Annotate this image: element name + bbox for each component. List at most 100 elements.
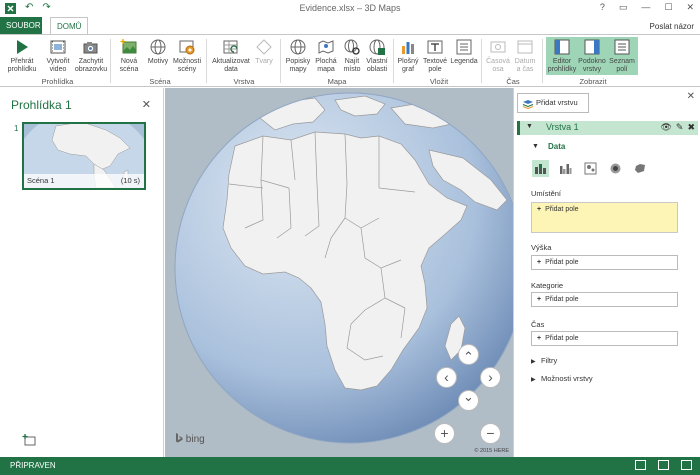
visualization-type-selector — [532, 160, 649, 177]
field-list-icon — [614, 39, 630, 55]
eye-icon[interactable]: 👁 — [660, 122, 671, 133]
map-copyright: © 2015 HERE — [474, 448, 509, 454]
shapes-button[interactable]: Tvary — [253, 38, 275, 66]
layer-pane-icon — [584, 39, 600, 55]
ribbon: Přehrát prohlídku Vytvořit video Zachyti… — [0, 34, 700, 87]
flat-chart-button[interactable]: Plošný graf — [396, 38, 420, 74]
text-box-button[interactable]: Textové pole — [421, 38, 449, 74]
feedback-link[interactable]: Poslat názor — [650, 22, 694, 31]
clustered-column-button[interactable] — [557, 160, 574, 177]
scene-options-button[interactable]: Možnosti scény — [172, 38, 202, 74]
help-button[interactable]: ? — [600, 2, 605, 13]
new-scene-icon — [120, 39, 137, 54]
field-list-button[interactable]: Seznam polí — [607, 38, 637, 74]
text-box-icon — [427, 40, 443, 54]
shapes-icon — [256, 39, 272, 55]
group-label-scene: Scéna — [149, 77, 171, 86]
layer-header[interactable]: ▼ Vrstva 1 👁 ✎ ✖ — [517, 121, 698, 135]
filters-section[interactable]: ▶ Filtry — [531, 356, 557, 365]
group-label-insert: Vložit — [429, 77, 449, 86]
new-scene-button[interactable]: Nová scéna — [114, 38, 144, 74]
layer-pane: ✕ Přidat vrstvu ▼ Vrstva 1 👁 ✎ ✖ ▼ Data … — [513, 88, 700, 457]
play-icon — [17, 40, 28, 54]
restore-ribbon-button[interactable]: ▭ — [619, 2, 628, 13]
custom-regions-button[interactable]: Vlastní oblasti — [364, 38, 390, 74]
film-icon — [50, 40, 66, 54]
scene-duration: (10 s) — [120, 176, 140, 185]
find-location-button[interactable]: Najít místo — [340, 38, 364, 74]
layer-options-section[interactable]: ▶ Možnosti vrstvy — [531, 374, 593, 383]
tab-file[interactable]: SOUBOR — [0, 17, 42, 35]
capture-screen-button[interactable]: Zachytit obrazovku — [74, 38, 108, 74]
play-tour-button[interactable]: Přehrát prohlídku — [4, 38, 40, 74]
location-field-well[interactable]: + Přidat pole — [531, 202, 678, 233]
window-view-icon[interactable] — [681, 460, 692, 470]
category-label: Kategorie — [531, 281, 564, 290]
create-video-button[interactable]: Vytvořit video — [42, 38, 74, 74]
group-label-tour: Prohlídka — [41, 77, 74, 86]
timeline-icon — [490, 41, 506, 53]
layer-pane-button[interactable]: Podokno vrstvy — [577, 38, 607, 74]
ribbon-tabs: SOUBOR DOMŮ Poslat názor — [0, 17, 700, 35]
map-rotate-left-button[interactable]: ‹ — [436, 367, 457, 388]
layer-name[interactable]: Vrstva 1 — [546, 122, 579, 132]
region-button[interactable] — [632, 160, 649, 177]
minimize-button[interactable]: — — [641, 2, 650, 13]
bing-logo: bing — [175, 433, 205, 445]
chevron-right-icon: ▶ — [531, 377, 536, 383]
scene-thumbnail[interactable]: Scéna 1 (10 s) — [22, 122, 146, 190]
window-title: Evidence.xlsx – 3D Maps — [299, 3, 401, 13]
group-separator — [542, 39, 543, 83]
flat-map-button[interactable]: Plochá mapa — [312, 38, 340, 74]
group-label-time: Čas — [506, 77, 520, 86]
chevron-right-icon: ▶ — [531, 359, 536, 365]
tour-editor-button[interactable]: Editor prohlídky — [547, 38, 577, 74]
category-field-well[interactable]: + Přidat pole — [531, 292, 678, 307]
camera-icon — [83, 42, 98, 54]
bubble-button[interactable] — [582, 160, 599, 177]
location-label: Umístění — [531, 189, 562, 198]
map-tilt-down-button[interactable]: ⌄ — [458, 390, 479, 411]
screen-view-icon[interactable] — [635, 460, 646, 470]
tour-editor-pane: Prohlídka 1 ✕ 1 Scéna 1 (10 s) — [0, 88, 164, 457]
themes-button[interactable]: Motivy — [144, 38, 172, 66]
zoom-in-button[interactable]: + — [434, 423, 455, 444]
close-button[interactable]: ✕ — [686, 2, 694, 13]
delete-icon[interactable]: ✖ — [687, 122, 695, 133]
refresh-data-button[interactable]: Aktualizovat data — [210, 38, 252, 74]
data-collapse-caret-icon[interactable]: ▼ — [532, 143, 539, 150]
pencil-icon[interactable]: ✎ — [676, 122, 684, 133]
map-canvas[interactable]: ⌃ ‹ › ⌄ + − bing © 2015 HERE — [165, 88, 513, 457]
map-rotate-right-button[interactable]: › — [480, 367, 501, 388]
add-scene-icon[interactable] — [22, 434, 36, 446]
height-label: Výška — [531, 243, 552, 252]
tab-home[interactable]: DOMŮ — [50, 17, 88, 35]
legend-button[interactable]: Legenda — [450, 38, 478, 66]
plus-icon: + — [537, 296, 542, 303]
chevron-left-icon: ‹ — [444, 369, 449, 385]
close-tour-pane-button[interactable]: ✕ — [142, 98, 151, 111]
date-time-button[interactable]: Datum a čas — [512, 38, 538, 74]
map-tilt-up-button[interactable]: ⌃ — [458, 344, 479, 365]
collapse-caret-icon[interactable]: ▼ — [526, 123, 533, 130]
plus-icon: + — [537, 259, 542, 266]
timeline-button[interactable]: Časová osa — [484, 38, 512, 74]
time-label: Čas — [531, 320, 545, 329]
fullscreen-icon[interactable] — [658, 460, 669, 470]
close-layer-pane-button[interactable]: ✕ — [687, 91, 695, 102]
map-labels-button[interactable]: Popisky mapy — [284, 38, 312, 74]
heat-map-button[interactable] — [607, 160, 624, 177]
time-field-well[interactable]: + Přidat pole — [531, 331, 678, 346]
maximize-button[interactable]: ☐ — [664, 2, 672, 13]
group-separator — [393, 39, 394, 83]
layer-actions: 👁 ✎ ✖ — [660, 122, 695, 133]
scene-name: Scéna 1 — [27, 176, 55, 185]
height-field-well[interactable]: + Přidat pole — [531, 255, 678, 270]
group-label-layer: Vrstva — [233, 77, 255, 86]
zoom-out-button[interactable]: − — [480, 423, 501, 444]
stacked-column-button[interactable] — [532, 160, 549, 177]
plus-icon: + — [440, 425, 449, 441]
chevron-down-icon: ⌄ — [463, 389, 474, 404]
add-layer-button[interactable]: Přidat vrstvu — [517, 93, 589, 113]
data-section-title: Data — [548, 142, 566, 151]
